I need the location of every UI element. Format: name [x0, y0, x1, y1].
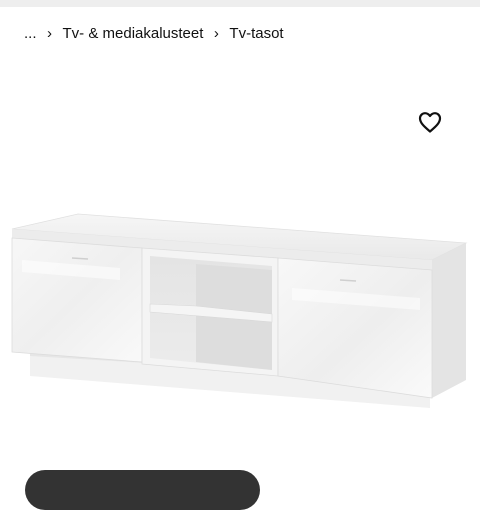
floating-action-pill[interactable] [25, 470, 260, 510]
favorite-button[interactable] [416, 108, 444, 136]
tv-bench-image [11, 213, 468, 408]
breadcrumb: ... › Tv- & mediakalusteet › Tv-tasot [24, 22, 284, 44]
breadcrumb-more[interactable]: ... [24, 25, 37, 42]
top-bar [0, 0, 480, 7]
breadcrumb-separator-icon: › [213, 24, 219, 42]
breadcrumb-tv-benches[interactable]: Tv-tasot [229, 25, 283, 42]
heart-outline-icon [418, 112, 442, 133]
product-image[interactable] [0, 200, 480, 420]
breadcrumb-tv-media-furniture[interactable]: Tv- & mediakalusteet [63, 25, 204, 42]
breadcrumb-separator-icon: › [47, 24, 53, 42]
